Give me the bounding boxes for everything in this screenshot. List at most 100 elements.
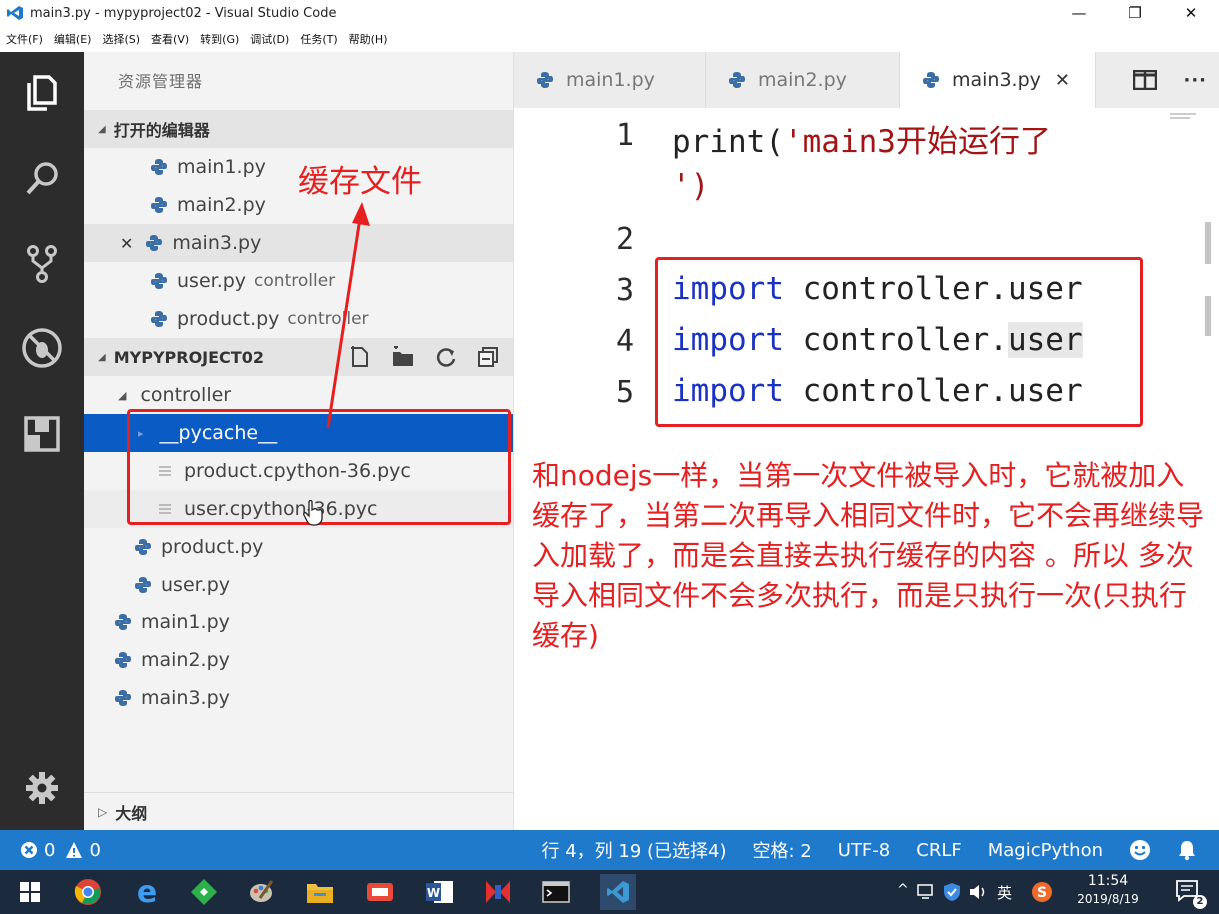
project-header[interactable]: ◢ MYPYPROJECT02 [84, 338, 513, 376]
debug-icon[interactable] [0, 318, 84, 378]
python-file-icon [135, 539, 151, 555]
cursor-position[interactable]: 行 4，列 19 (已选择4) [541, 837, 726, 863]
terminal-icon[interactable] [542, 878, 570, 906]
file-name: main1.py [141, 611, 230, 633]
python-file-icon [729, 72, 745, 88]
tab-label: main1.py [566, 69, 655, 91]
tree-file-py[interactable]: main1.py [84, 603, 513, 641]
file-name: main1.py [177, 156, 266, 178]
app-green-icon[interactable] [190, 878, 218, 906]
language-mode[interactable]: MagicPython [988, 840, 1103, 861]
tree-file-py[interactable]: product.py [84, 528, 513, 566]
tree-file-py[interactable]: user.py [84, 566, 513, 604]
notifications-bell-icon[interactable] [1177, 839, 1197, 861]
file-explorer-icon[interactable] [306, 878, 334, 906]
source-control-icon[interactable] [0, 234, 84, 294]
python-file-icon [146, 235, 163, 251]
problems-indicator[interactable]: 0 0 [20, 840, 101, 861]
explorer-icon[interactable] [0, 62, 84, 122]
menu-debug[interactable]: 调试(D) [250, 31, 289, 47]
file-name: main3.py [141, 687, 230, 709]
activity-bar [0, 52, 84, 830]
close-window-button[interactable]: ✕ [1163, 0, 1219, 26]
svg-text:W: W [427, 886, 440, 900]
collapse-caret-icon: ◢ [98, 351, 106, 363]
clock-date: 2019/8/19 [1077, 892, 1139, 906]
sogou-input-icon[interactable]: S [1031, 881, 1053, 903]
collapsed-caret-icon: ▷ [98, 804, 108, 819]
open-editor-item[interactable]: user.py controller [84, 262, 513, 300]
ime-indicator[interactable]: 英 [997, 882, 1012, 903]
word-icon[interactable]: W [426, 878, 454, 906]
open-editor-item[interactable]: product.py controller [84, 300, 513, 338]
annotation-cache-label: 缓存文件 [298, 164, 422, 200]
scrollbar-thumb[interactable] [1205, 222, 1211, 264]
clock-time: 11:54 [1087, 873, 1129, 889]
split-editor-icon[interactable] [1133, 70, 1158, 90]
settings-gear-icon[interactable] [0, 758, 84, 818]
menu-tasks[interactable]: 任务(T) [300, 31, 337, 47]
project-label: MYPYPROJECT02 [113, 347, 264, 367]
extensions-icon[interactable] [0, 404, 84, 464]
os-taskbar: e W ^ 英 S 11:54 2019/8/19 2 [0, 870, 1219, 914]
recorder-app-icon[interactable] [366, 878, 394, 906]
network-icon[interactable] [917, 884, 935, 900]
annotation-box-imports [655, 257, 1143, 427]
close-tab-icon[interactable]: ✕ [1055, 70, 1070, 91]
close-editor-icon[interactable]: ✕ [120, 234, 133, 253]
menu-file[interactable]: 文件(F) [6, 31, 43, 47]
chrome-icon[interactable] [74, 878, 102, 906]
python-file-icon [115, 614, 131, 630]
refresh-icon[interactable] [435, 346, 457, 368]
edge-browser-icon[interactable]: e [133, 875, 161, 910]
tab-main2[interactable]: main2.py [706, 52, 900, 108]
media-app-icon[interactable] [484, 878, 512, 906]
python-file-icon [135, 577, 151, 593]
new-folder-icon[interactable] [391, 346, 415, 368]
outline-header[interactable]: ▷ 大纲 [84, 792, 513, 830]
warning-count: 0 [89, 839, 101, 861]
tree-file-py[interactable]: main3.py [84, 679, 513, 717]
minimap[interactable] [1170, 112, 1196, 122]
open-editor-item-active[interactable]: ✕ main3.py [84, 224, 513, 262]
windows-start-icon[interactable] [16, 878, 44, 906]
python-file-icon [151, 273, 167, 289]
python-file-icon [115, 690, 131, 706]
line-number: 2 [615, 222, 634, 257]
code-line-wrap: ') [672, 168, 709, 204]
menu-view[interactable]: 查看(V) [151, 31, 189, 47]
paint-icon[interactable] [248, 878, 276, 906]
menu-edit[interactable]: 编辑(E) [54, 31, 92, 47]
show-hidden-icons-icon[interactable]: ^ [897, 882, 909, 898]
action-center-icon[interactable]: 2 [1175, 879, 1207, 909]
eol-setting[interactable]: CRLF [916, 840, 961, 861]
tab-main1[interactable]: main1.py [514, 52, 706, 108]
tab-main3[interactable]: main3.py ✕ [900, 52, 1096, 108]
menu-go[interactable]: 转到(G) [200, 31, 239, 47]
menu-selection[interactable]: 选择(S) [102, 31, 140, 47]
tree-file-py[interactable]: main2.py [84, 641, 513, 679]
clock[interactable]: 11:54 2019/8/19 [1074, 872, 1142, 908]
notification-badge: 2 [1193, 895, 1207, 909]
minimize-button[interactable]: — [1051, 0, 1107, 26]
collapse-all-icon[interactable] [477, 346, 499, 368]
indentation-setting[interactable]: 空格: 2 [753, 837, 812, 863]
status-bar: 0 0 行 4，列 19 (已选择4) 空格: 2 UTF-8 CRLF Mag… [0, 830, 1219, 870]
open-editors-header[interactable]: ◢ 打开的编辑器 [84, 110, 513, 148]
security-shield-icon[interactable] [943, 882, 961, 902]
vscode-taskbar-icon[interactable] [600, 874, 636, 910]
menu-help[interactable]: 帮助(H) [349, 31, 388, 47]
encoding-setting[interactable]: UTF-8 [838, 840, 890, 861]
more-actions-icon[interactable]: ··· [1183, 70, 1207, 91]
feedback-smiley-icon[interactable] [1129, 839, 1151, 861]
open-editors-label: 打开的编辑器 [113, 121, 210, 140]
volume-icon[interactable] [969, 884, 989, 900]
code-token-string: 'main3开始运行了 [783, 124, 1051, 160]
maximize-button[interactable]: ❐ [1107, 0, 1163, 26]
file-name: user.py [177, 270, 247, 292]
code-token: print( [672, 124, 784, 160]
search-icon[interactable] [0, 148, 84, 208]
window-title: main3.py - mypyproject02 - Visual Studio… [30, 5, 337, 21]
editor-tab-bar: main1.py main2.py main3.py ✕ ··· [514, 52, 1219, 108]
python-file-icon [151, 197, 167, 213]
